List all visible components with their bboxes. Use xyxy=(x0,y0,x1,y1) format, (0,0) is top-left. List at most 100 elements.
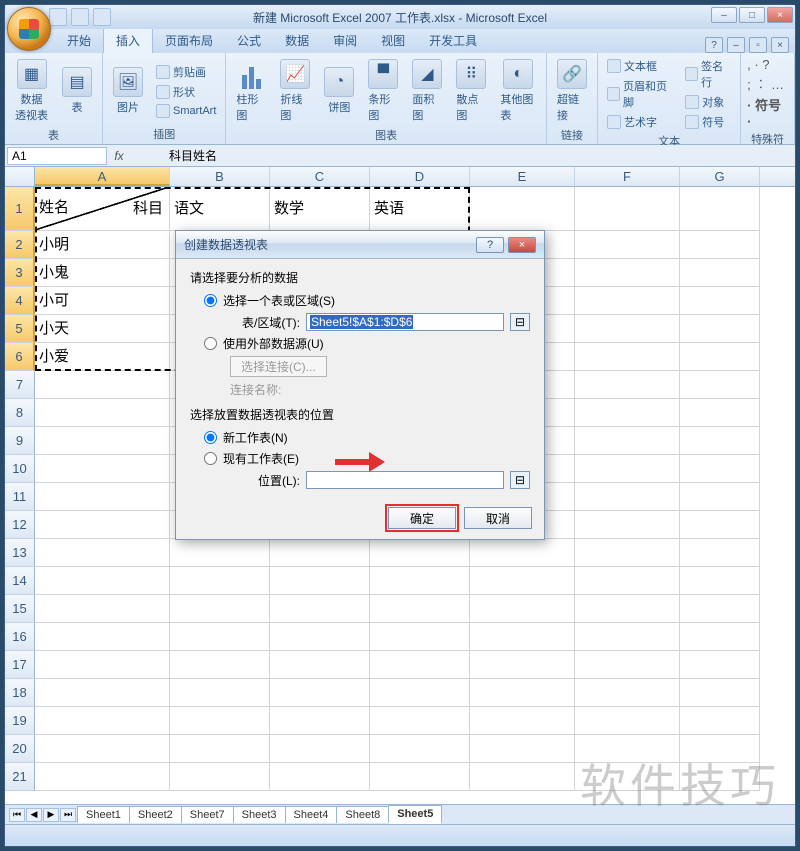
cell[interactable] xyxy=(370,735,470,763)
picture-button[interactable]: 🖼图片 xyxy=(109,65,147,117)
textbox-button[interactable]: 文本框 xyxy=(604,57,676,75)
cell[interactable]: 小明 xyxy=(35,231,170,259)
row-header[interactable]: 14 xyxy=(5,567,35,595)
signature-button[interactable]: 签名行 xyxy=(682,57,734,91)
doc-close-button[interactable]: × xyxy=(771,37,789,53)
tab-prev-icon[interactable]: ◀ xyxy=(26,808,42,822)
sheet-tab-active[interactable]: Sheet5 xyxy=(388,805,442,824)
dialog-close-button[interactable]: × xyxy=(508,237,536,253)
cell[interactable] xyxy=(680,371,760,399)
cell[interactable] xyxy=(270,679,370,707)
radio-new-sheet[interactable] xyxy=(204,431,217,444)
row-header[interactable]: 11 xyxy=(5,483,35,511)
bar-chart-button[interactable]: ▀条形图 xyxy=(364,57,402,125)
cell[interactable] xyxy=(35,567,170,595)
cell[interactable] xyxy=(170,595,270,623)
row-header[interactable]: 6 xyxy=(5,343,35,371)
cell[interactable] xyxy=(170,651,270,679)
cell[interactable] xyxy=(680,287,760,315)
cell[interactable] xyxy=(35,595,170,623)
cell[interactable] xyxy=(680,735,760,763)
row-header[interactable]: 21 xyxy=(5,763,35,791)
cell[interactable] xyxy=(680,567,760,595)
cell[interactable]: 语文 xyxy=(170,187,270,231)
formula-content[interactable]: 科目姓名 xyxy=(129,147,795,164)
row-header[interactable]: 3 xyxy=(5,259,35,287)
row-header[interactable]: 19 xyxy=(5,707,35,735)
cell[interactable]: 科目姓名 xyxy=(35,187,170,231)
cell[interactable] xyxy=(575,567,680,595)
cell[interactable] xyxy=(680,455,760,483)
cell[interactable] xyxy=(575,623,680,651)
cell[interactable] xyxy=(680,623,760,651)
cell[interactable] xyxy=(680,763,760,791)
qat-undo-icon[interactable] xyxy=(71,8,89,26)
cell[interactable] xyxy=(470,539,575,567)
cell[interactable] xyxy=(35,455,170,483)
cell[interactable] xyxy=(575,651,680,679)
cell[interactable] xyxy=(575,595,680,623)
cell[interactable] xyxy=(575,763,680,791)
doc-minimize-button[interactable]: – xyxy=(727,37,745,53)
cell[interactable] xyxy=(575,735,680,763)
fx-icon[interactable]: fx xyxy=(109,149,129,163)
smartart-button[interactable]: SmartArt xyxy=(153,103,219,119)
office-button[interactable] xyxy=(7,7,51,51)
cell[interactable] xyxy=(270,735,370,763)
cell[interactable] xyxy=(470,679,575,707)
cell[interactable] xyxy=(35,399,170,427)
cell[interactable] xyxy=(270,651,370,679)
cell[interactable] xyxy=(470,763,575,791)
cell[interactable] xyxy=(575,511,680,539)
maximize-button[interactable]: □ xyxy=(739,7,765,23)
cell[interactable] xyxy=(680,259,760,287)
cell[interactable]: 小可 xyxy=(35,287,170,315)
cell[interactable] xyxy=(270,567,370,595)
col-header-F[interactable]: F xyxy=(575,167,680,186)
tab-review[interactable]: 审阅 xyxy=(321,28,369,53)
cell[interactable] xyxy=(680,651,760,679)
tab-first-icon[interactable]: ⏮ xyxy=(9,808,25,822)
sheet-tab[interactable]: Sheet1 xyxy=(77,806,130,823)
cell[interactable] xyxy=(470,595,575,623)
cell[interactable] xyxy=(575,315,680,343)
ok-button[interactable]: 确定 xyxy=(388,507,456,529)
row-header[interactable]: 4 xyxy=(5,287,35,315)
cell[interactable] xyxy=(575,539,680,567)
cell[interactable] xyxy=(575,455,680,483)
cell[interactable] xyxy=(680,679,760,707)
cell[interactable] xyxy=(680,511,760,539)
collapse-location-icon[interactable]: ⊟ xyxy=(510,471,530,489)
cell[interactable] xyxy=(35,651,170,679)
doc-restore-button[interactable]: ▫ xyxy=(749,37,767,53)
row-header[interactable]: 2 xyxy=(5,231,35,259)
cell[interactable] xyxy=(575,399,680,427)
cell[interactable] xyxy=(575,483,680,511)
cell[interactable]: 数学 xyxy=(270,187,370,231)
cell[interactable] xyxy=(35,483,170,511)
qat-save-icon[interactable] xyxy=(49,8,67,26)
cell[interactable] xyxy=(680,427,760,455)
cell[interactable] xyxy=(270,623,370,651)
shapes-button[interactable]: 形状 xyxy=(153,83,219,101)
tab-formula[interactable]: 公式 xyxy=(225,28,273,53)
cell[interactable]: 小天 xyxy=(35,315,170,343)
cell[interactable] xyxy=(170,567,270,595)
column-chart-button[interactable]: 柱形图 xyxy=(232,57,270,125)
cell[interactable] xyxy=(170,623,270,651)
cell[interactable] xyxy=(270,539,370,567)
cell[interactable] xyxy=(170,735,270,763)
pie-chart-button[interactable]: ◔饼图 xyxy=(320,65,358,117)
row-header[interactable]: 12 xyxy=(5,511,35,539)
cell[interactable] xyxy=(370,539,470,567)
col-header-C[interactable]: C xyxy=(270,167,370,186)
col-header-G[interactable]: G xyxy=(680,167,760,186)
row-header[interactable]: 17 xyxy=(5,651,35,679)
cell[interactable] xyxy=(270,707,370,735)
cell[interactable] xyxy=(370,623,470,651)
tab-insert[interactable]: 插入 xyxy=(103,27,153,53)
radio-existing-sheet[interactable] xyxy=(204,452,217,465)
cell[interactable] xyxy=(470,623,575,651)
cell[interactable] xyxy=(680,595,760,623)
hyperlink-button[interactable]: 🔗超链接 xyxy=(553,57,591,125)
